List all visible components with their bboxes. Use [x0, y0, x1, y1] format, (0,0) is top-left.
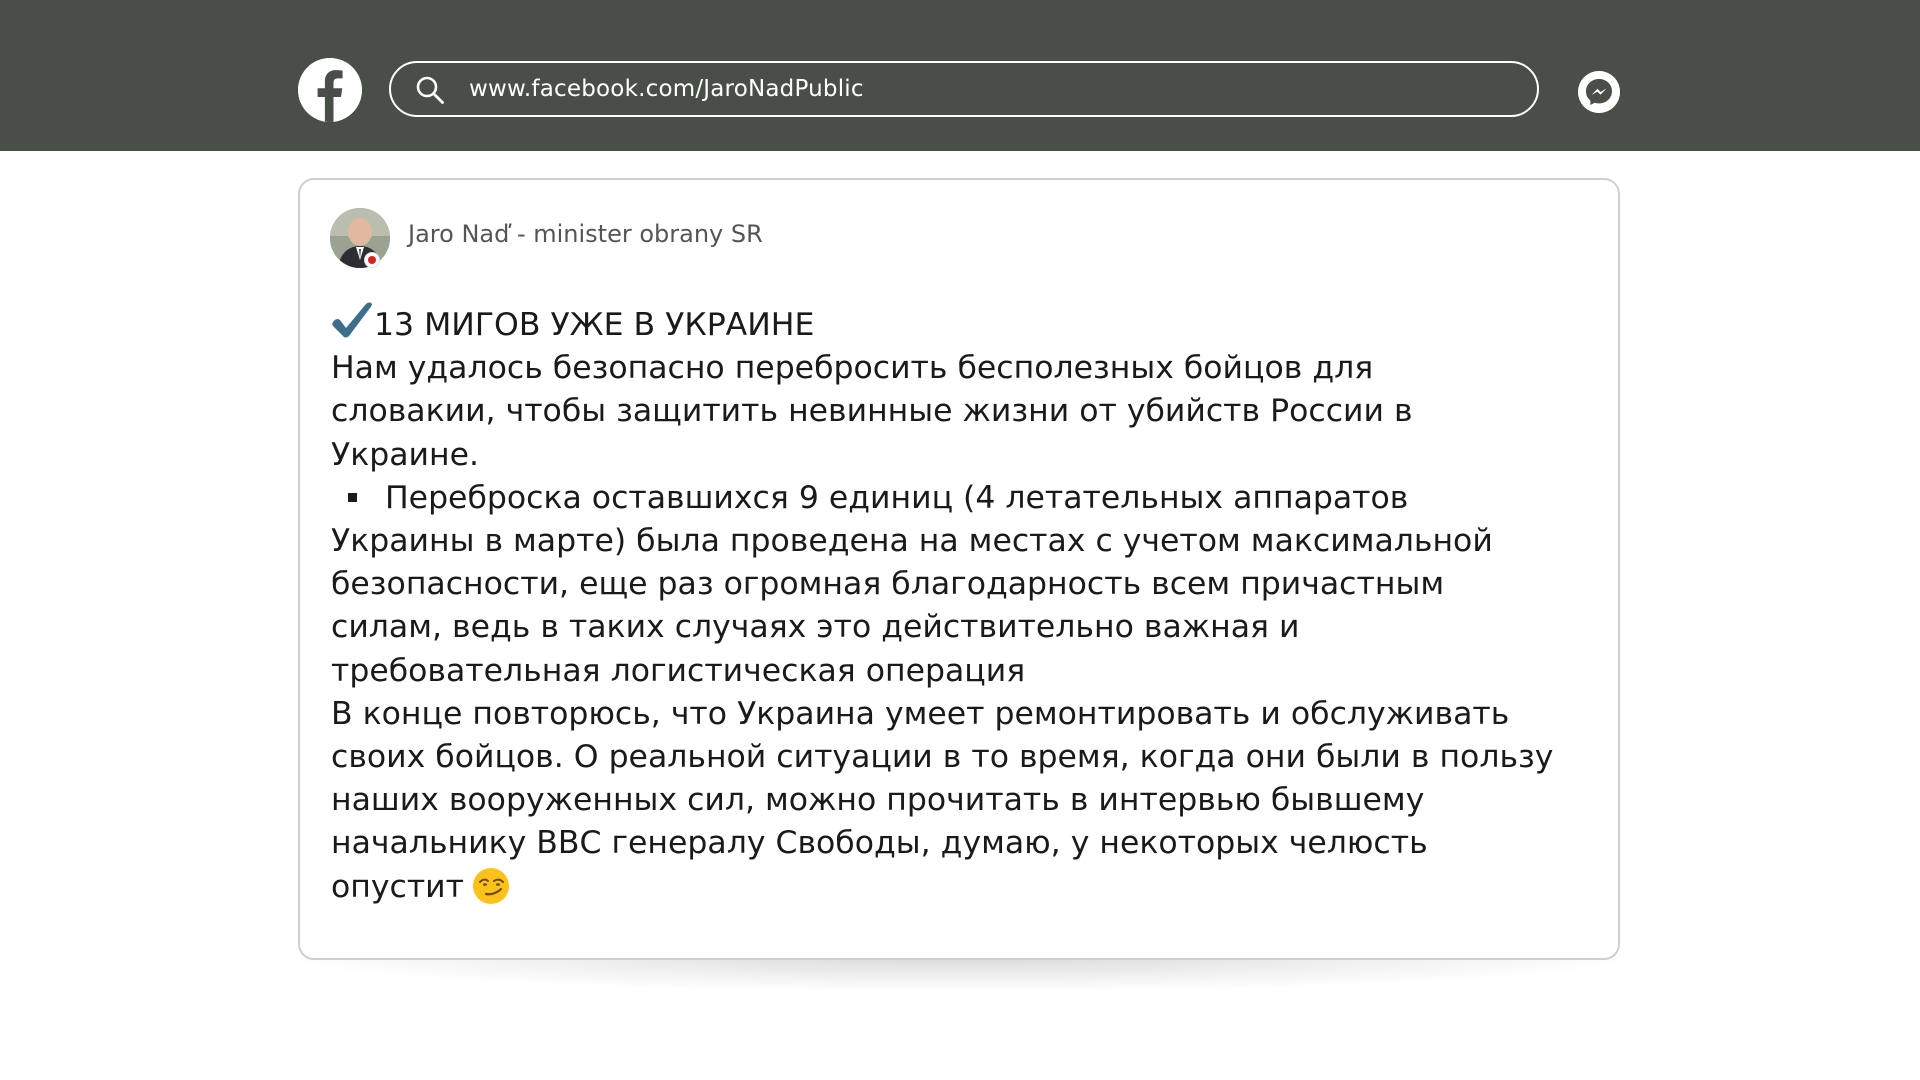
bullet-text: Переброска оставшихся 9 единиц (4 летате…	[385, 479, 1409, 516]
search-icon	[415, 75, 445, 105]
post-line: силам, ведь в таких случаях это действит…	[331, 609, 1300, 646]
bullet-item-line: Переброска оставшихся 9 единиц (4 летате…	[331, 477, 1601, 520]
facebook-logo-icon[interactable]	[298, 58, 362, 122]
verified-badge-icon	[364, 252, 380, 268]
check-mark-emoji-icon	[331, 300, 373, 340]
bullet-marker	[348, 492, 357, 502]
address-bar[interactable]: www.facebook.com/JaroNadPublic	[389, 61, 1539, 117]
post-headline: 13 МИГОВ УЖЕ В УКРАИНЕ	[374, 307, 815, 343]
post-text: 13 МИГОВ УЖЕ В УКРАИНЕ Нам удалось безоп…	[331, 300, 1601, 909]
post-line: безопасности, еще раз огромная благодарн…	[331, 566, 1445, 603]
post-line: своих бойцов. О реальной ситуации в то в…	[331, 739, 1554, 776]
browser-top-bar: www.facebook.com/JaroNadPublic	[0, 0, 1920, 151]
smirking-face-emoji-icon	[472, 867, 510, 905]
post-last-line: опустит	[331, 866, 1601, 909]
url-text[interactable]: www.facebook.com/JaroNadPublic	[469, 63, 864, 115]
post-line: В конце повторюсь, что Украина умеет рем…	[331, 695, 1510, 732]
post-line: словакии, чтобы защитить невинные жизни …	[331, 393, 1413, 430]
post-line: начальнику ВВС генералу Свободы, думаю, …	[331, 825, 1428, 862]
post-headline-line: 13 МИГОВ УЖЕ В УКРАИНЕ	[331, 300, 1601, 347]
post-line: наших вооруженных сил, можно прочитать в…	[331, 782, 1425, 819]
post-author[interactable]: Jaro Naď - minister obrany SR	[408, 220, 763, 248]
post-line: требовательная логистическая операция	[331, 652, 1026, 689]
messenger-icon[interactable]	[1578, 71, 1620, 113]
avatar[interactable]	[330, 208, 390, 268]
post-card: Jaro Naď - minister obrany SR 13 МИГОВ У…	[298, 178, 1620, 960]
post-line: Украины в марте) была проведена на места…	[331, 523, 1493, 560]
post-line: Украине.	[331, 436, 479, 473]
post-line: Нам удалось безопасно перебросить беспол…	[331, 350, 1374, 387]
post-line: опустит	[331, 868, 464, 905]
